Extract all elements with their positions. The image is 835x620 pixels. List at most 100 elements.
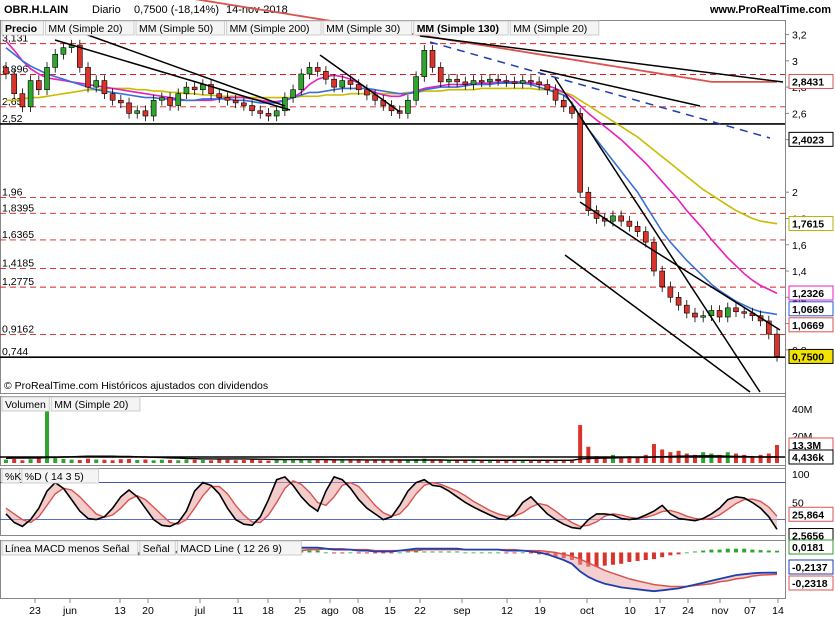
price-axis-label: 1,4 bbox=[792, 266, 807, 278]
volume-bar bbox=[373, 460, 378, 463]
volume-bar bbox=[266, 460, 271, 463]
volume-bar bbox=[479, 460, 484, 463]
macd-histogram-bar bbox=[742, 548, 747, 553]
x-axis-label: nov bbox=[712, 605, 730, 617]
candle bbox=[257, 110, 264, 114]
x-axis-label: 22 bbox=[414, 605, 426, 617]
candle bbox=[675, 297, 682, 306]
macd-histogram-bar bbox=[356, 552, 361, 554]
macd-histogram-bar bbox=[323, 552, 328, 554]
candle bbox=[544, 84, 551, 91]
x-axis-label: 25 bbox=[294, 605, 306, 617]
volume-bar bbox=[20, 460, 25, 463]
candle bbox=[651, 241, 657, 272]
x-axis-label: 19 bbox=[534, 605, 546, 617]
macd-histogram-bar bbox=[701, 550, 706, 553]
stoch-axis-label: 100 bbox=[792, 469, 810, 481]
candle bbox=[462, 81, 469, 85]
x-axis-label: 10 bbox=[624, 605, 636, 617]
x-axis-label: oct bbox=[580, 605, 594, 617]
volume-bar bbox=[159, 459, 164, 463]
macd-histogram-bar bbox=[479, 552, 484, 554]
x-axis-label: 08 bbox=[352, 605, 364, 617]
level-label: 0,9162 bbox=[2, 324, 34, 336]
candle bbox=[347, 80, 354, 85]
level-label: 2,65 bbox=[2, 96, 23, 108]
candle bbox=[183, 86, 190, 94]
legend-item: MM (Simple 20) bbox=[48, 23, 122, 35]
candle bbox=[290, 89, 296, 98]
macd-histogram-bar bbox=[725, 548, 730, 553]
macd-histogram-bar bbox=[684, 552, 689, 554]
volume-bar bbox=[250, 459, 255, 463]
price-badge-value: 0,7500 bbox=[792, 351, 824, 363]
candle bbox=[683, 304, 690, 314]
x-axis-label: jul bbox=[194, 605, 206, 617]
candle bbox=[249, 105, 255, 112]
volume-bar bbox=[110, 460, 115, 463]
macd-histogram-bar bbox=[635, 552, 640, 561]
macd-histogram-bar bbox=[438, 551, 443, 553]
macd-badge-value: -0,2318 bbox=[792, 578, 828, 590]
macd-histogram-bar bbox=[471, 552, 476, 554]
candle bbox=[118, 99, 124, 104]
volume-bar bbox=[36, 458, 41, 463]
candle bbox=[487, 78, 493, 83]
legend-item: MM (Simple 130) bbox=[417, 23, 499, 35]
macd-histogram-bar bbox=[504, 552, 509, 554]
candle bbox=[577, 113, 583, 193]
candle bbox=[331, 78, 337, 88]
candle bbox=[692, 312, 698, 318]
candle bbox=[437, 67, 444, 83]
candle bbox=[175, 93, 182, 106]
volume-bar bbox=[775, 444, 779, 463]
candle bbox=[642, 231, 649, 243]
volume-bar bbox=[168, 460, 173, 463]
volume-bar bbox=[127, 458, 132, 463]
volume-bar bbox=[135, 460, 140, 463]
volume-bar bbox=[53, 457, 58, 463]
macd-histogram-bar bbox=[332, 552, 337, 554]
macd-histogram-bar bbox=[660, 552, 665, 558]
candle bbox=[142, 110, 149, 117]
candle bbox=[667, 286, 674, 298]
legend-item: Precio bbox=[5, 23, 37, 35]
volume-bar bbox=[307, 460, 312, 463]
candle bbox=[741, 311, 747, 314]
candle bbox=[150, 99, 157, 117]
volume-bar bbox=[77, 460, 82, 463]
volume-bar bbox=[643, 454, 648, 463]
candle bbox=[273, 110, 280, 117]
macd-histogram-bar bbox=[528, 552, 533, 554]
volume-bar bbox=[463, 460, 468, 463]
candle bbox=[216, 93, 223, 98]
candle bbox=[36, 80, 42, 91]
candle bbox=[159, 97, 165, 101]
macd-histogram-bar bbox=[463, 552, 468, 554]
volume-bar bbox=[528, 460, 533, 463]
macd-histogram-bar bbox=[315, 550, 320, 553]
legend-item: MM (Simple 20) bbox=[54, 399, 128, 411]
x-axis-label: 14 bbox=[772, 605, 784, 617]
macd-histogram-bar bbox=[750, 549, 755, 553]
macd-histogram-bar bbox=[397, 552, 402, 554]
level-label: 1,2775 bbox=[2, 276, 34, 288]
volume-bar bbox=[118, 459, 123, 463]
volume-bar bbox=[225, 459, 230, 463]
macd-histogram-bar bbox=[692, 551, 697, 553]
candle bbox=[536, 81, 542, 85]
candle bbox=[429, 50, 436, 68]
volume-bar bbox=[758, 454, 763, 463]
legend-item: MACD Line ( 12 26 9) bbox=[180, 543, 282, 555]
x-axis-label: sep bbox=[454, 605, 471, 617]
macd-histogram-bar bbox=[364, 552, 369, 554]
volume-bar bbox=[12, 458, 17, 463]
volume-bar bbox=[340, 460, 345, 463]
candle bbox=[478, 80, 485, 83]
candle bbox=[733, 307, 739, 313]
candle bbox=[191, 86, 198, 91]
level-label: 1,6365 bbox=[2, 229, 34, 241]
candle bbox=[519, 80, 526, 84]
macd-histogram-bar bbox=[676, 552, 681, 555]
legend-item: MM (Simple 200) bbox=[230, 23, 310, 35]
